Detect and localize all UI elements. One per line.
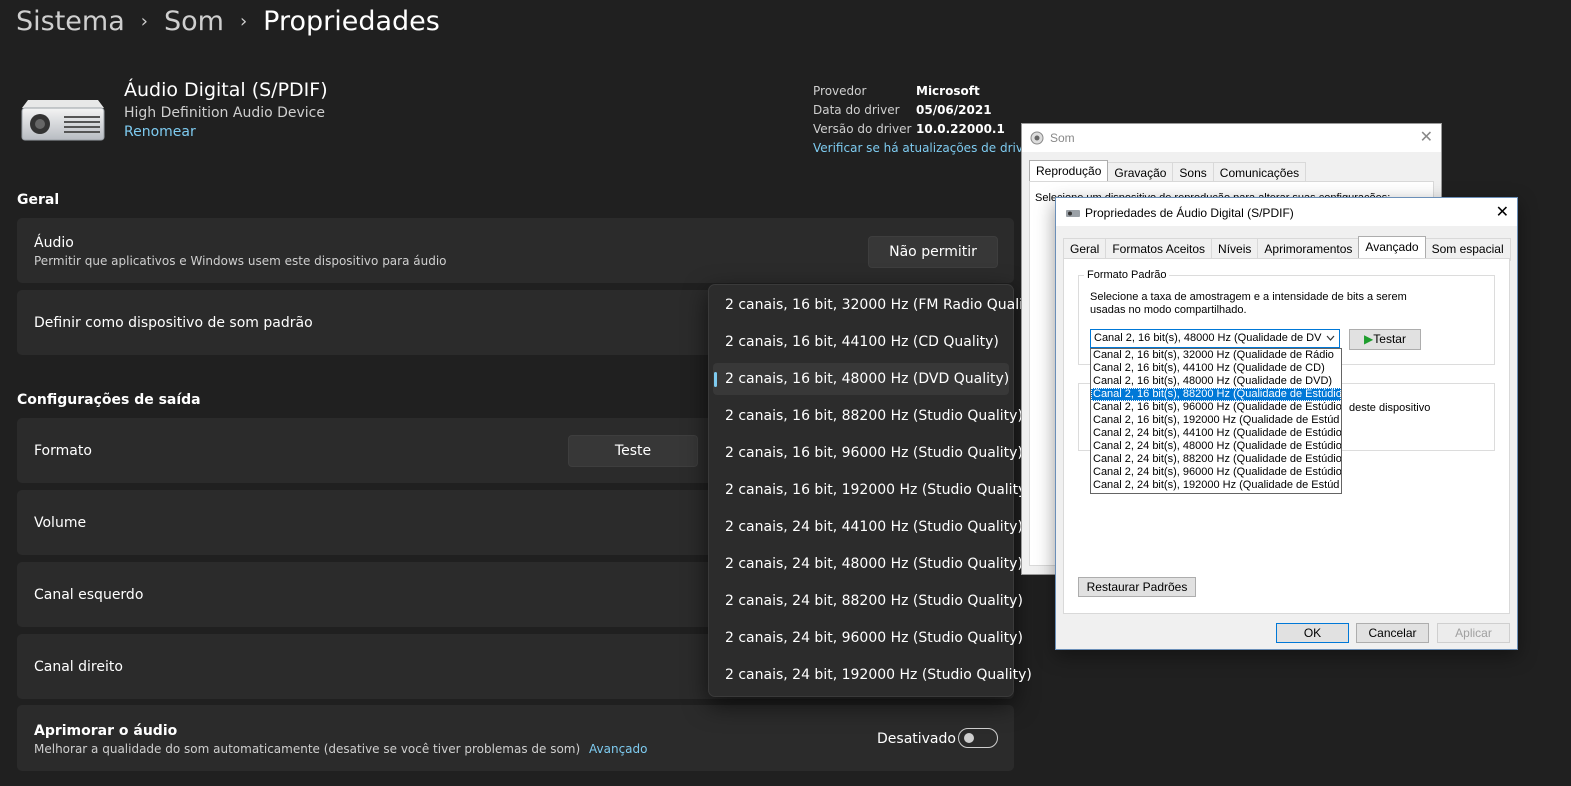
audio-title: Áudio (34, 235, 74, 251)
test-play-button[interactable]: ▶Testar (1349, 329, 1421, 350)
format-list-item[interactable]: Canal 2, 16 bit(s), 88200 Hz (Qualidade … (1091, 388, 1341, 401)
format-option[interactable]: 2 canais, 24 bit, 96000 Hz (Studio Quali… (713, 622, 1023, 654)
rename-link[interactable]: Renomear (124, 124, 196, 140)
provider-label: Provedor (813, 84, 867, 98)
device-name: Áudio Digital (S/PDIF) (124, 79, 328, 101)
format-combobox[interactable]: Canal 2, 16 bit(s), 48000 Hz (Qualidade … (1090, 329, 1340, 348)
format-list-item[interactable]: Canal 2, 24 bit(s), 96000 Hz (Qualidade … (1091, 466, 1341, 479)
format-list-item[interactable]: Canal 2, 16 bit(s), 48000 Hz (Qualidade … (1091, 375, 1341, 388)
driver-update-link[interactable]: Verificar se há atualizações de driver (813, 141, 1035, 155)
format-dropdown[interactable]: 2 canais, 16 bit, 32000 Hz (FM Radio Qua… (708, 284, 1042, 697)
default-format-desc-1: Selecione a taxa de amostragem e a inten… (1090, 291, 1407, 303)
format-list-item[interactable]: Canal 2, 16 bit(s), 192000 Hz (Qualidade… (1091, 414, 1341, 427)
format-option[interactable]: 2 canais, 24 bit, 192000 Hz (Studio Qual… (713, 659, 1032, 691)
format-combobox-value: Canal 2, 16 bit(s), 48000 Hz (Qualidade … (1094, 332, 1322, 344)
format-option[interactable]: 2 canais, 16 bit, 192000 Hz (Studio Qual… (713, 474, 1032, 506)
audio-device-small-icon (1066, 210, 1080, 217)
chevron-right-icon: › (239, 11, 248, 32)
format-list-item[interactable]: Canal 2, 24 bit(s), 44100 Hz (Qualidade … (1091, 427, 1341, 440)
cancel-button[interactable]: Cancelar (1356, 623, 1429, 643)
format-option[interactable]: 2 canais, 24 bit, 44100 Hz (Studio Quali… (713, 511, 1023, 543)
driver-date-value: 05/06/2021 (916, 103, 992, 117)
format-list-item[interactable]: Canal 2, 24 bit(s), 192000 Hz (Qualidade… (1091, 479, 1341, 492)
play-icon: ▶ (1364, 332, 1374, 346)
default-format-title: Formato Padrão (1084, 269, 1170, 281)
format-option[interactable]: 2 canais, 16 bit, 88200 Hz (Studio Quali… (713, 400, 1023, 432)
properties-dialog-titlebar: Propriedades de Áudio Digital (S/PDIF) ✕ (1056, 198, 1517, 226)
enhance-desc-text: Melhorar a qualidade do som automaticame… (34, 742, 581, 756)
format-list-item[interactable]: Canal 2, 16 bit(s), 32000 Hz (Qualidade … (1091, 349, 1341, 362)
dont-allow-button[interactable]: Não permitir (868, 236, 998, 268)
advanced-panel: Formato Padrão Selecione a taxa de amost… (1063, 258, 1510, 614)
driver-date-label: Data do driver (813, 103, 900, 117)
right-channel-title: Canal direito (34, 659, 123, 675)
speaker-icon (1030, 131, 1044, 145)
enhance-audio-card: Aprimorar o áudio Melhorar a qualidade d… (17, 705, 1014, 771)
volume-title: Volume (34, 515, 87, 531)
chevron-right-icon: › (140, 11, 148, 32)
general-heading: Geral (17, 192, 60, 208)
breadcrumb-som[interactable]: Som (164, 6, 224, 37)
ok-button[interactable]: OK (1276, 623, 1349, 643)
breadcrumb-sistema[interactable]: Sistema (16, 6, 125, 37)
breadcrumb: Sistema › Som › Propriedades (16, 6, 440, 37)
audio-card: Áudio Permitir que aplicativos e Windows… (17, 218, 1014, 283)
properties-dialog-title: Propriedades de Áudio Digital (S/PDIF) (1085, 206, 1294, 220)
close-icon[interactable]: ✕ (1496, 202, 1509, 222)
format-option[interactable]: 2 canais, 24 bit, 48000 Hz (Studio Quali… (713, 548, 1023, 580)
restore-defaults-button[interactable]: Restaurar Padrões (1078, 577, 1196, 597)
enhance-title: Aprimorar o áudio (34, 723, 178, 739)
format-list-item[interactable]: Canal 2, 16 bit(s), 96000 Hz (Qualidade … (1091, 401, 1341, 414)
format-option[interactable]: 2 canais, 16 bit, 32000 Hz (FM Radio Qua… (713, 289, 1042, 321)
driver-version-label: Versão do driver (813, 122, 912, 136)
page-title: Propriedades (263, 6, 440, 37)
provider-value: Microsoft (916, 84, 980, 98)
chevron-down-icon (1326, 335, 1335, 341)
apply-button[interactable]: Aplicar (1437, 623, 1510, 643)
format-title: Formato (34, 443, 92, 459)
settings-window: Sistema › Som › Propriedades Áudio Digit… (0, 0, 1042, 786)
audio-device-icon (21, 100, 105, 141)
tab-avancado[interactable]: Avançado (1358, 236, 1426, 259)
format-list-item[interactable]: Canal 2, 24 bit(s), 48000 Hz (Qualidade … (1091, 440, 1341, 453)
output-heading: Configurações de saída (17, 392, 201, 408)
exclusive-desc-fragment: deste dispositivo (1349, 402, 1431, 414)
format-option[interactable]: 2 canais, 16 bit, 96000 Hz (Studio Quali… (713, 437, 1023, 469)
enhance-desc: Melhorar a qualidade do som automaticame… (34, 742, 648, 756)
format-list-item[interactable]: Canal 2, 16 bit(s), 44100 Hz (Qualidade … (1091, 362, 1341, 375)
format-option[interactable]: 2 canais, 24 bit, 88200 Hz (Studio Quali… (713, 585, 1023, 617)
default-format-desc-2: usadas no modo compartilhado. (1090, 304, 1247, 316)
test-play-label: Testar (1373, 332, 1406, 346)
format-option[interactable]: 2 canais, 16 bit, 44100 Hz (CD Quality) (713, 326, 1009, 358)
properties-dialog: Propriedades de Áudio Digital (S/PDIF) ✕… (1055, 197, 1518, 650)
format-option[interactable]: 2 canais, 16 bit, 48000 Hz (DVD Quality) (713, 363, 1009, 395)
device-subtitle: High Definition Audio Device (124, 105, 325, 121)
format-list-item[interactable]: Canal 2, 24 bit(s), 88200 Hz (Qualidade … (1091, 453, 1341, 466)
default-device-title: Definir como dispositivo de som padrão (34, 315, 313, 331)
advanced-link[interactable]: Avançado (589, 742, 647, 756)
sound-dialog-title: Som (1050, 131, 1075, 145)
format-listbox[interactable]: Canal 2, 16 bit(s), 32000 Hz (Qualidade … (1090, 348, 1342, 494)
enhance-toggle[interactable] (958, 728, 998, 748)
test-button[interactable]: Teste (568, 435, 698, 467)
sound-dialog-titlebar: Som ✕ (1022, 124, 1441, 152)
driver-version-value: 10.0.22000.1 (916, 122, 1005, 136)
enhance-state: Desativado (877, 731, 956, 747)
toggle-knob (964, 733, 974, 743)
left-channel-title: Canal esquerdo (34, 587, 144, 603)
tab-reproducao[interactable]: Reprodução (1029, 160, 1109, 183)
close-icon[interactable]: ✕ (1420, 127, 1433, 147)
audio-desc: Permitir que aplicativos e Windows usem … (34, 254, 447, 268)
